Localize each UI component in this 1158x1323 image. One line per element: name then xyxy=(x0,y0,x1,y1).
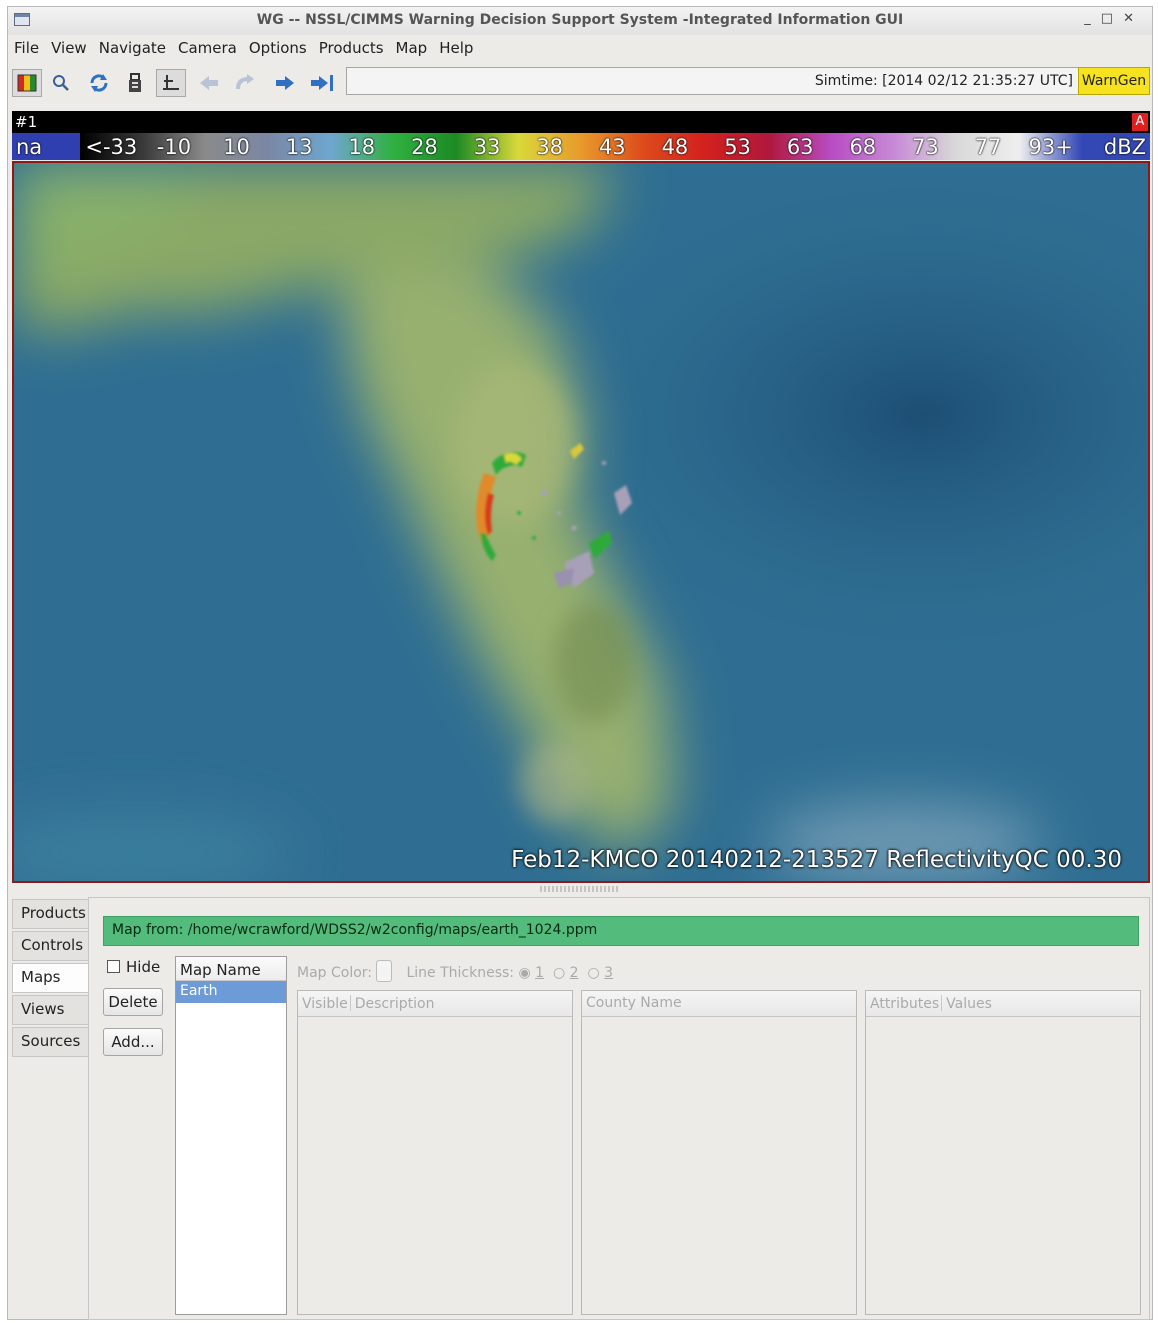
county-table-header: County Name xyxy=(582,991,856,1017)
colorbar-segment: 38 xyxy=(518,133,581,160)
menu-map[interactable]: Map xyxy=(390,35,434,57)
add-button[interactable]: Add... xyxy=(103,1028,163,1056)
menu-navigate[interactable]: Navigate xyxy=(93,35,172,57)
tab-views[interactable]: Views xyxy=(12,995,90,1025)
control-panel: Products Controls Maps Views Sources Map… xyxy=(8,893,1152,1321)
main-window: WG -- NSSL/CIMMS Warning Decision Suppor… xyxy=(7,6,1153,1320)
close-icon[interactable]: ✕ xyxy=(1123,11,1144,26)
map-color-button[interactable] xyxy=(376,960,393,982)
colorbar-segment: 48 xyxy=(643,133,707,160)
tab-controls[interactable]: Controls xyxy=(12,931,90,961)
map-name-header[interactable]: Map Name xyxy=(176,957,286,981)
colorbar-segment: 68 xyxy=(831,133,895,160)
colorbar-segment: dBZ xyxy=(1082,133,1150,160)
refresh-icon[interactable] xyxy=(84,69,114,97)
back-arrow-icon[interactable] xyxy=(194,69,224,97)
alarm-indicator[interactable]: A xyxy=(1132,113,1148,131)
earth-map-image xyxy=(14,163,1148,881)
warngen-button[interactable]: WarnGen xyxy=(1078,67,1150,95)
map-color-label: Map Color: xyxy=(297,965,373,981)
simtime-display: Simtime: [2014 02/12 21:35:27 UTC] xyxy=(346,67,1080,95)
colorbar-segment: 43 xyxy=(581,133,644,160)
colorbar-segment: 18 xyxy=(330,133,394,160)
latest-arrow-icon[interactable] xyxy=(308,69,338,97)
col-attributes[interactable]: Attributes xyxy=(870,996,939,1012)
color-scale-bar: na <-33 -10 10 13 18 28 33 38 43 48 53 63 68 73 77 93+ dB… xyxy=(12,133,1150,160)
attributes-table[interactable]: Attributes Values xyxy=(865,990,1141,1315)
thickness-radio-1[interactable]: ◉ 1 xyxy=(518,965,544,981)
splitter-handle[interactable] xyxy=(540,886,620,892)
undo-arrow-icon[interactable] xyxy=(230,69,260,97)
pick-tool-icon[interactable] xyxy=(156,69,186,97)
col-description[interactable]: Description xyxy=(355,996,435,1012)
line-thickness-label: Line Thickness: xyxy=(406,965,515,981)
col-county-name[interactable]: County Name xyxy=(586,995,682,1011)
menu-camera[interactable]: Camera xyxy=(172,35,243,57)
hide-label: Hide xyxy=(126,958,161,976)
tab-sources[interactable]: Sources xyxy=(12,1027,90,1057)
thickness-radio-2[interactable]: ○ 2 xyxy=(553,965,579,981)
map-name-list[interactable]: Map Name Earth xyxy=(175,956,287,1315)
pane-label: #1 xyxy=(15,113,38,131)
toolbar: Simtime: [2014 02/12 21:35:27 UTC] WarnG… xyxy=(8,63,1152,103)
county-table[interactable]: County Name xyxy=(581,990,857,1315)
window-title: WG -- NSSL/CIMMS Warning Decision Suppor… xyxy=(256,12,904,28)
colorbar-segment: 33 xyxy=(455,133,519,160)
colorbar-segment: 73 xyxy=(894,133,957,160)
colorbar-segment: 63 xyxy=(768,133,832,160)
colorbar-segment: 28 xyxy=(393,133,456,160)
col-visible[interactable]: Visible xyxy=(302,996,348,1012)
features-table-header: Visible Description xyxy=(298,991,572,1017)
menu-file[interactable]: File xyxy=(8,35,45,57)
title-bar: WG -- NSSL/CIMMS Warning Decision Suppor… xyxy=(8,7,1152,35)
map-caption: Feb12-KMCO 20140212-213527 ReflectivityQ… xyxy=(511,847,1122,873)
colorbar-segment: 53 xyxy=(706,133,769,160)
col-values[interactable]: Values xyxy=(946,996,992,1012)
simtime-text: Simtime: [2014 02/12 21:35:27 UTC] xyxy=(814,73,1073,89)
zoom-icon[interactable] xyxy=(46,69,76,97)
colorbar-segment: 93+ xyxy=(1019,133,1082,160)
hide-checkbox[interactable]: Hide xyxy=(107,958,160,976)
checkbox-icon[interactable] xyxy=(107,960,120,973)
tab-products[interactable]: Products xyxy=(12,899,90,929)
thickness-1-label: 1 xyxy=(535,965,545,981)
maximize-icon[interactable]: □ xyxy=(1101,11,1123,26)
window-controls: _□✕ xyxy=(1084,11,1144,26)
map-source-path: Map from: /home/wcrawford/WDSS2/w2config… xyxy=(103,916,1139,946)
colorbar-segment: 13 xyxy=(267,133,331,160)
radar-map-view[interactable]: Feb12-KMCO 20140212-213527 ReflectivityQ… xyxy=(12,161,1150,883)
menu-products[interactable]: Products xyxy=(313,35,390,57)
forward-arrow-icon[interactable] xyxy=(270,69,300,97)
features-table[interactable]: Visible Description xyxy=(297,990,573,1315)
menu-view[interactable]: View xyxy=(45,35,93,57)
thickness-3-label: 3 xyxy=(604,965,614,981)
column-separator xyxy=(349,995,351,1011)
colorbar-segment: na xyxy=(12,133,80,160)
maps-panel: Map from: /home/wcrawford/WDSS2/w2config… xyxy=(88,897,1150,1320)
menu-bar: File View Navigate Camera Options Products Map… xyxy=(8,35,1152,61)
pane-header: #1 A xyxy=(12,111,1150,133)
menu-options[interactable]: Options xyxy=(243,35,313,57)
menu-help[interactable]: Help xyxy=(433,35,479,57)
side-tabs: Products Controls Maps Views Sources xyxy=(12,899,92,1059)
list-item[interactable]: Earth xyxy=(176,981,286,1003)
colorbar-segment: -10 xyxy=(142,133,206,160)
colorbar-segment: 10 xyxy=(205,133,268,160)
column-separator xyxy=(941,995,943,1011)
colorbar-segment: 77 xyxy=(956,133,1020,160)
attributes-table-header: Attributes Values xyxy=(866,991,1140,1017)
minimize-icon[interactable]: _ xyxy=(1084,11,1101,26)
lock-icon[interactable] xyxy=(120,69,150,97)
thickness-radio-3[interactable]: ○ 3 xyxy=(587,965,613,981)
colormap-icon[interactable] xyxy=(12,69,42,97)
tab-maps[interactable]: Maps xyxy=(12,963,92,993)
map-options: Map Color: Line Thickness: ◉ 1 ○ 2 ○ 3 xyxy=(297,960,613,982)
colorbar-segment: <-33 xyxy=(80,133,143,160)
thickness-2-label: 2 xyxy=(569,965,579,981)
delete-button[interactable]: Delete xyxy=(103,988,163,1016)
